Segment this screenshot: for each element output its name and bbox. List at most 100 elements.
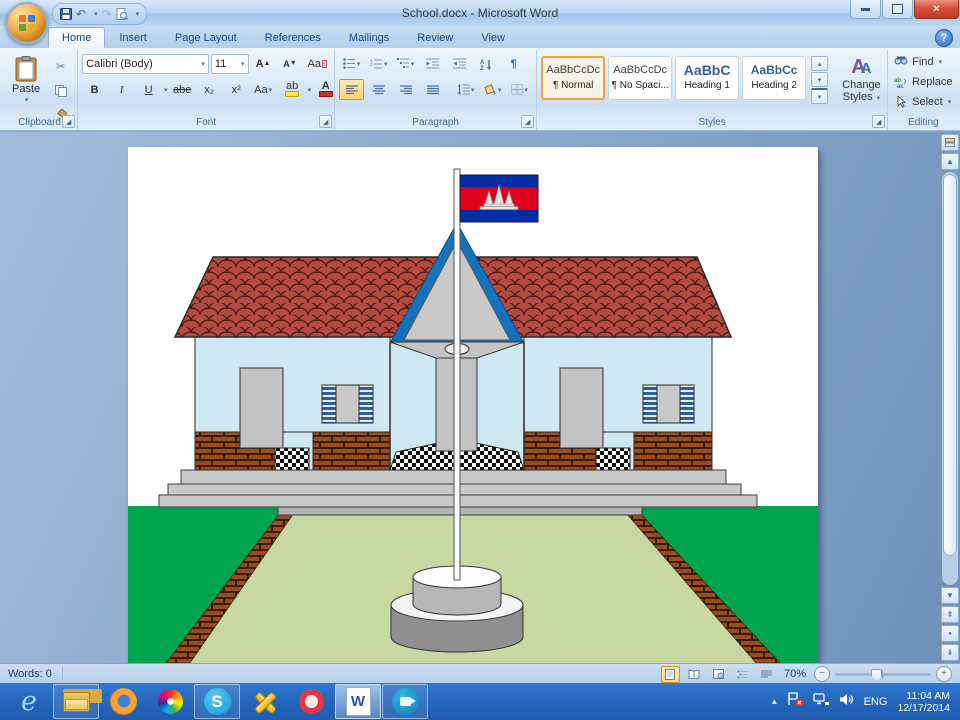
underline-dropdown-icon[interactable]: ▾ — [164, 86, 168, 94]
scroll-up-button[interactable]: ▲ — [941, 153, 959, 170]
decrease-indent-button[interactable] — [420, 53, 445, 74]
bullets-button[interactable]: ▾ — [339, 53, 364, 74]
shading-button[interactable]: ▾ — [480, 79, 505, 100]
minimize-button[interactable] — [850, 0, 881, 19]
bold-button[interactable]: B — [82, 79, 107, 100]
zoom-slider[interactable] — [835, 673, 931, 676]
align-center-button[interactable] — [366, 79, 391, 100]
ruler-toggle-button[interactable] — [941, 134, 959, 151]
highlight-button[interactable]: ab — [280, 79, 305, 100]
action-center-icon[interactable] — [787, 692, 803, 711]
align-left-button[interactable] — [339, 79, 364, 100]
taskbar-word[interactable]: W — [335, 684, 381, 719]
copy-button[interactable] — [48, 80, 73, 101]
document-page[interactable] — [128, 147, 818, 663]
previous-page-button[interactable]: ⇞ — [941, 606, 959, 623]
borders-button[interactable]: ▾ — [507, 79, 532, 100]
zoom-out-button[interactable]: − — [814, 666, 830, 682]
window-right[interactable] — [643, 385, 694, 423]
increase-indent-button[interactable] — [447, 53, 472, 74]
network-icon[interactable] — [813, 693, 829, 711]
full-screen-reading-view-button[interactable] — [685, 666, 704, 683]
tab-insert[interactable]: Insert — [105, 27, 161, 48]
scrollbar-thumb[interactable] — [943, 174, 957, 556]
shrink-font-button[interactable]: A▼ — [278, 53, 303, 74]
italic-button[interactable]: I — [109, 79, 134, 100]
scroll-down-button[interactable]: ▼ — [941, 587, 959, 604]
zoom-slider-thumb[interactable] — [871, 669, 882, 682]
cambodia-flag[interactable] — [460, 175, 538, 222]
replace-button[interactable]: abac Replace — [894, 74, 952, 90]
tab-view[interactable]: View — [467, 27, 519, 48]
clipboard-dialog-launcher[interactable]: ◢ — [62, 115, 75, 128]
underline-button[interactable]: U — [136, 79, 161, 100]
tab-review[interactable]: Review — [403, 27, 467, 48]
office-button[interactable] — [6, 2, 48, 44]
styles-scroll-up-button[interactable]: ▴ — [811, 56, 828, 71]
print-layout-view-button[interactable] — [661, 666, 680, 683]
styles-dialog-launcher[interactable]: ◢ — [872, 115, 885, 128]
font-size-combobox[interactable]: 11 ▾ — [211, 54, 249, 74]
outline-view-button[interactable] — [733, 666, 752, 683]
hidden-icons-button[interactable]: ▴ — [772, 696, 777, 707]
door-left[interactable] — [240, 368, 283, 448]
select-button[interactable]: Select ▾ — [894, 94, 952, 110]
taskbar-skype[interactable]: S — [194, 684, 240, 719]
style-no-spacing[interactable]: AaBbCcDc ¶ No Spaci... — [608, 56, 672, 100]
tab-mailings[interactable]: Mailings — [335, 27, 403, 48]
zoom-level[interactable]: 70% — [784, 668, 806, 680]
clear-formatting-button[interactable]: Aa — [305, 53, 331, 74]
styles-more-button[interactable]: ▾ — [811, 88, 828, 104]
font-name-combobox[interactable]: Calibri (Body) ▾ — [82, 54, 209, 74]
subscript-button[interactable]: x₂ — [197, 79, 222, 100]
style-normal[interactable]: AaBbCcDc ¶ Normal — [541, 56, 605, 100]
multilevel-list-button[interactable]: ▾ — [393, 53, 418, 74]
taskbar-internet-explorer[interactable]: e — [6, 684, 52, 719]
sort-button[interactable]: AZ — [474, 53, 499, 74]
style-heading-1[interactable]: AaBbC Heading 1 — [675, 56, 739, 100]
show-hide-pilcrow-button[interactable]: ¶ — [501, 53, 526, 74]
scrollbar-track[interactable] — [942, 172, 958, 585]
taskbar-pc-tools[interactable] — [241, 684, 287, 719]
cut-button[interactable]: ✂ — [48, 56, 73, 77]
paragraph-dialog-launcher[interactable]: ◢ — [521, 115, 534, 128]
tab-home[interactable]: Home — [48, 27, 105, 48]
draft-view-button[interactable] — [757, 666, 776, 683]
next-page-button[interactable]: ⇟ — [941, 644, 959, 661]
school-building[interactable] — [175, 223, 731, 470]
numbering-button[interactable]: 12▾ — [366, 53, 391, 74]
taskbar-firefox[interactable] — [100, 684, 146, 719]
volume-icon[interactable] — [839, 693, 854, 711]
change-case-button[interactable]: Aa▾ — [251, 79, 276, 100]
line-spacing-button[interactable]: ▾ — [453, 79, 478, 100]
style-heading-2[interactable]: AaBbCc Heading 2 — [742, 56, 806, 100]
language-indicator[interactable]: ENG — [864, 696, 888, 708]
change-styles-button[interactable]: AA Change Styles ▾ — [836, 53, 887, 107]
flagpole[interactable] — [454, 169, 460, 580]
styles-scroll-down-button[interactable]: ▾ — [811, 72, 828, 87]
restore-button[interactable] — [882, 0, 913, 19]
taskbar-clock[interactable]: 11:04 AM 12/17/2014 — [897, 690, 950, 714]
grow-font-button[interactable]: A▲ — [251, 53, 276, 74]
close-button[interactable]: × — [914, 0, 959, 19]
web-layout-view-button[interactable] — [709, 666, 728, 683]
taskbar-photoscape[interactable] — [147, 684, 193, 719]
tab-references[interactable]: References — [251, 27, 335, 48]
select-browse-object-button[interactable]: ● — [941, 625, 959, 642]
strikethrough-button[interactable]: abe — [170, 79, 195, 100]
window-left[interactable] — [322, 385, 373, 423]
tab-page-layout[interactable]: Page Layout — [161, 27, 251, 48]
taskbar-file-explorer[interactable] — [53, 684, 99, 719]
align-right-button[interactable] — [393, 79, 418, 100]
help-button[interactable]: ? — [935, 29, 953, 47]
find-button[interactable]: Find ▾ — [894, 54, 952, 70]
taskbar-camtasia[interactable] — [382, 684, 428, 719]
superscript-button[interactable]: x² — [224, 79, 249, 100]
font-dialog-launcher[interactable]: ◢ — [319, 115, 332, 128]
highlight-dropdown-icon[interactable]: ▾ — [308, 86, 312, 94]
door-right[interactable] — [560, 368, 603, 448]
word-count[interactable]: Words: 0 — [0, 667, 63, 681]
justify-button[interactable] — [420, 79, 445, 100]
zoom-in-button[interactable]: + — [936, 666, 952, 682]
taskbar-opera[interactable] — [288, 684, 334, 719]
